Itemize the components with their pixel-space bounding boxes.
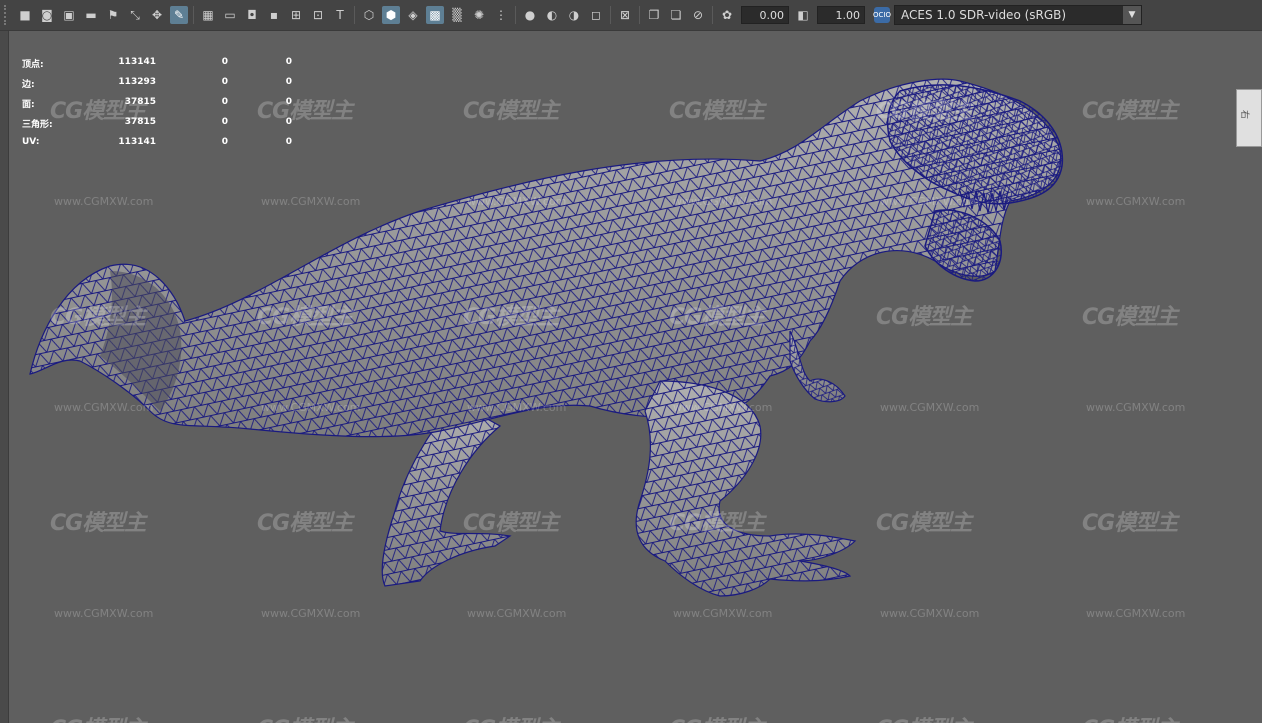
toolbar-divider bbox=[712, 6, 713, 24]
watermark-logo: CG模型主 bbox=[50, 99, 146, 124]
watermark-url: www.CGMXW.com bbox=[880, 401, 980, 414]
film-gate-icon[interactable]: ▭ bbox=[221, 6, 239, 24]
watermark-url: www.CGMXW.com bbox=[1086, 607, 1186, 620]
toolbar-divider bbox=[354, 6, 355, 24]
watermark-logo: CG模型主 bbox=[669, 99, 765, 124]
wireframe-icon[interactable]: ⬡ bbox=[360, 6, 378, 24]
watermark-url: www.CGMXW.com bbox=[467, 401, 567, 414]
watermark-logo: CG模型主 bbox=[257, 511, 353, 536]
grease-pencil-tool-icon[interactable]: ✎ bbox=[170, 6, 188, 24]
watermark-url: www.CGMXW.com bbox=[880, 607, 980, 620]
watermark-url: www.CGMXW.com bbox=[880, 195, 980, 208]
anti-aliasing-icon[interactable]: ◑ bbox=[565, 6, 583, 24]
watermark-url: www.CGMXW.com bbox=[54, 195, 154, 208]
watermark-url: www.CGMXW.com bbox=[673, 607, 773, 620]
view-cube[interactable]: 右 bbox=[1236, 89, 1262, 147]
watermark-logo: CG模型主 bbox=[463, 99, 559, 124]
watermark-url: www.CGMXW.com bbox=[1086, 401, 1186, 414]
watermark-logo: CG模型主 bbox=[876, 511, 972, 536]
bookmark-icon[interactable]: ▣ bbox=[60, 6, 78, 24]
xray-icon[interactable]: ❐ bbox=[645, 6, 663, 24]
isolate-select-icon[interactable]: ⊠ bbox=[616, 6, 634, 24]
watermark-logo: CG模型主 bbox=[257, 711, 353, 723]
viewport-toolbar: ■ ◙ ▣ ▬ ⚑ ⤡ ✥ ✎ ▦ ▭ ◘ ▪ ⊞ ⊡ T ⬡ ⬢ ◈ ▩ ▒ … bbox=[0, 0, 1262, 31]
watermark-url: www.CGMXW.com bbox=[261, 607, 361, 620]
watermark-logo: CG模型主 bbox=[669, 305, 765, 330]
ambient-occlusion-icon[interactable]: ● bbox=[521, 6, 539, 24]
exposure-field[interactable]: 0.00 bbox=[741, 6, 789, 24]
exposure-icon[interactable]: ✿ bbox=[718, 6, 736, 24]
field-chart-icon[interactable]: ⊞ bbox=[287, 6, 305, 24]
light-dropdown-icon[interactable]: ⋮ bbox=[492, 6, 510, 24]
watermark-logo: CG模型主 bbox=[257, 99, 353, 124]
safe-title-icon[interactable]: T bbox=[331, 6, 349, 24]
watermark-logo: CG模型主 bbox=[876, 711, 972, 723]
watermark-logo: CG模型主 bbox=[463, 711, 559, 723]
watermark-logo: CG模型主 bbox=[876, 305, 972, 330]
toolbar-divider bbox=[193, 6, 194, 24]
bookmark-flag-icon[interactable]: ⚑ bbox=[104, 6, 122, 24]
viewport-left-border bbox=[0, 31, 9, 723]
smooth-shade-icon[interactable]: ⬢ bbox=[382, 6, 400, 24]
gamma-field[interactable]: 1.00 bbox=[817, 6, 865, 24]
image-plane-icon[interactable]: ▬ bbox=[82, 6, 100, 24]
toolbar-divider bbox=[515, 6, 516, 24]
xray-components-icon[interactable]: ⊘ bbox=[689, 6, 707, 24]
depth-of-field-icon[interactable]: ◻ bbox=[587, 6, 605, 24]
gamma-icon[interactable]: ◧ bbox=[794, 6, 812, 24]
watermark-url: www.CGMXW.com bbox=[1086, 195, 1186, 208]
watermark-url: www.CGMXW.com bbox=[54, 607, 154, 620]
color-space-label: ACES 1.0 SDR-video (sRGB) bbox=[901, 8, 1067, 22]
watermark-logo: CG模型主 bbox=[1082, 305, 1178, 330]
grease-pencil-icon[interactable]: ✥ bbox=[148, 6, 166, 24]
grid-icon[interactable]: ▦ bbox=[199, 6, 217, 24]
watermark-logo: CG模型主 bbox=[50, 305, 146, 330]
watermark-logo: CG模型主 bbox=[669, 711, 765, 723]
watermark-logo: CG模型主 bbox=[1082, 99, 1178, 124]
gate-mask-icon[interactable]: ▪ bbox=[265, 6, 283, 24]
safe-action-icon[interactable]: ⊡ bbox=[309, 6, 327, 24]
motion-blur-icon[interactable]: ◐ bbox=[543, 6, 561, 24]
watermark-logo: CG模型主 bbox=[876, 99, 972, 124]
textured-icon[interactable]: ▩ bbox=[426, 6, 444, 24]
watermark-logo: CG模型主 bbox=[463, 511, 559, 536]
default-material-icon[interactable]: ◈ bbox=[404, 6, 422, 24]
toolbar-divider bbox=[639, 6, 640, 24]
resolution-gate-icon[interactable]: ◘ bbox=[243, 6, 261, 24]
shadows-icon[interactable]: ✺ bbox=[470, 6, 488, 24]
color-management-icon[interactable]: OCIO bbox=[873, 7, 891, 23]
watermark-logo: CG模型主 bbox=[463, 305, 559, 330]
trex-wireframe-model[interactable] bbox=[0, 31, 1262, 723]
color-space-dropdown[interactable]: ACES 1.0 SDR-video (sRGB) ▼ bbox=[894, 5, 1142, 25]
3d-viewport[interactable]: 顶点: 113141 0 0 边: 113293 0 0 面: 37815 0 … bbox=[0, 31, 1262, 723]
watermark-logo: CG模型主 bbox=[50, 511, 146, 536]
watermark-url: www.CGMXW.com bbox=[673, 401, 773, 414]
toolbar-divider bbox=[610, 6, 611, 24]
use-all-lights-icon[interactable]: ▒ bbox=[448, 6, 466, 24]
watermark-url: www.CGMXW.com bbox=[467, 195, 567, 208]
xray-joints-icon[interactable]: ❏ bbox=[667, 6, 685, 24]
watermark-url: www.CGMXW.com bbox=[261, 195, 361, 208]
watermark-logo: CG模型主 bbox=[50, 711, 146, 723]
watermark-logo: CG模型主 bbox=[257, 305, 353, 330]
watermark-url: www.CGMXW.com bbox=[261, 401, 361, 414]
watermark-logo: CG模型主 bbox=[1082, 711, 1178, 723]
chevron-down-icon[interactable]: ▼ bbox=[1123, 6, 1141, 24]
select-camera-icon[interactable]: ■ bbox=[16, 6, 34, 24]
watermark-url: www.CGMXW.com bbox=[54, 401, 154, 414]
watermark-url: www.CGMXW.com bbox=[673, 195, 773, 208]
watermark-logo: CG模型主 bbox=[1082, 511, 1178, 536]
toolbar-grip[interactable] bbox=[4, 5, 14, 25]
camera-attributes-icon[interactable]: ◙ bbox=[38, 6, 56, 24]
watermark-logo: CG模型主 bbox=[669, 511, 765, 536]
watermark-url: www.CGMXW.com bbox=[467, 607, 567, 620]
view-cube-label: 右 bbox=[1239, 109, 1250, 120]
2d-pan-zoom-icon[interactable]: ⤡ bbox=[126, 6, 144, 24]
